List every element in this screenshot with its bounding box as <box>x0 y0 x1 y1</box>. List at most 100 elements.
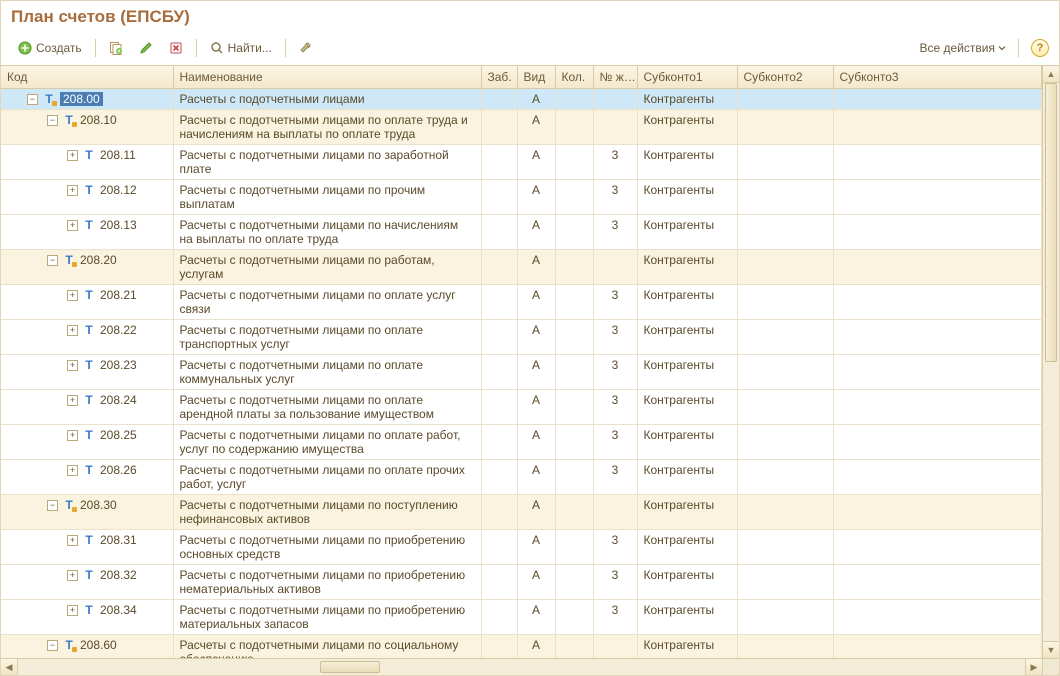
expand-toggle[interactable]: + <box>67 430 78 441</box>
collapse-toggle[interactable]: − <box>47 640 58 651</box>
table-row[interactable]: −T208.60Расчеты с подотчетными лицами по… <box>1 635 1042 659</box>
col-qty[interactable]: Кол. <box>555 66 593 89</box>
cell-off <box>481 530 517 565</box>
account-code: 208.00 <box>60 92 103 106</box>
account-name: Расчеты с подотчетными лицами по социаль… <box>173 635 481 659</box>
expand-toggle[interactable]: + <box>67 395 78 406</box>
table-row[interactable]: −T208.20Расчеты с подотчетными лицами по… <box>1 250 1042 285</box>
expand-toggle[interactable]: + <box>67 605 78 616</box>
col-sub2[interactable]: Субконто2 <box>737 66 833 89</box>
table-row[interactable]: +T208.31Расчеты с подотчетными лицами по… <box>1 530 1042 565</box>
scroll-thumb-h[interactable] <box>320 661 380 673</box>
edit-button[interactable] <box>132 37 160 59</box>
col-name[interactable]: Наименование <box>173 66 481 89</box>
table-row[interactable]: +T208.13Расчеты с подотчетными лицами по… <box>1 215 1042 250</box>
horizontal-scrollbar[interactable]: ◀ ▶ <box>1 658 1059 675</box>
delete-button[interactable] <box>162 37 190 59</box>
cell-sub1: Контрагенты <box>637 355 737 390</box>
separator <box>196 39 197 57</box>
cell-sub1: Контрагенты <box>637 285 737 320</box>
collapse-toggle[interactable]: − <box>47 500 58 511</box>
table-row[interactable]: +T208.23Расчеты с подотчетными лицами по… <box>1 355 1042 390</box>
col-code[interactable]: Код <box>1 66 173 89</box>
all-actions-button[interactable]: Все действия <box>914 38 1012 58</box>
scroll-thumb[interactable] <box>1045 83 1057 362</box>
table-row[interactable]: +T208.34Расчеты с подотчетными лицами по… <box>1 600 1042 635</box>
cell-sub1: Контрагенты <box>637 145 737 180</box>
search-icon <box>210 41 224 55</box>
col-sub3[interactable]: Субконто3 <box>833 66 1042 89</box>
account-code: 208.10 <box>80 113 117 127</box>
account-code: 208.11 <box>100 148 136 162</box>
account-type-icon: T <box>82 323 96 337</box>
account-code: 208.32 <box>100 568 137 582</box>
vertical-scrollbar[interactable]: ▲ ▼ <box>1042 66 1059 658</box>
pencil-icon <box>139 41 153 55</box>
find-button[interactable]: Найти... <box>203 37 279 59</box>
cell-qty <box>555 110 593 145</box>
expand-toggle[interactable]: + <box>67 150 78 161</box>
expand-toggle[interactable]: + <box>67 465 78 476</box>
col-kind[interactable]: Вид <box>517 66 555 89</box>
cell-qty <box>555 145 593 180</box>
account-type-icon: T <box>82 218 96 232</box>
expand-toggle[interactable]: + <box>67 290 78 301</box>
cell-qty <box>555 495 593 530</box>
separator <box>1018 39 1019 57</box>
scroll-track[interactable] <box>1043 83 1059 641</box>
scroll-right-button[interactable]: ▶ <box>1025 659 1042 675</box>
account-type-icon: T <box>82 148 96 162</box>
scroll-up-button[interactable]: ▲ <box>1043 66 1059 83</box>
cell-kind: А <box>517 110 555 145</box>
col-num[interactable]: № ж… <box>593 66 637 89</box>
account-name: Расчеты с подотчетными лицами по оплате … <box>173 355 481 390</box>
cell-num <box>593 635 637 659</box>
separator <box>285 39 286 57</box>
cell-kind: А <box>517 215 555 250</box>
expand-toggle[interactable]: + <box>67 220 78 231</box>
cell-sub3 <box>833 215 1042 250</box>
create-button[interactable]: Создать <box>11 37 89 59</box>
expand-toggle[interactable]: + <box>67 325 78 336</box>
help-button[interactable]: ? <box>1031 39 1049 57</box>
cell-sub3 <box>833 250 1042 285</box>
cell-sub3 <box>833 320 1042 355</box>
scroll-down-button[interactable]: ▼ <box>1043 641 1059 658</box>
expand-toggle[interactable]: + <box>67 535 78 546</box>
cell-off <box>481 250 517 285</box>
copy-button[interactable] <box>102 37 130 59</box>
col-sub1[interactable]: Субконто1 <box>637 66 737 89</box>
col-off[interactable]: Заб. <box>481 66 517 89</box>
scroll-left-button[interactable]: ◀ <box>1 659 18 675</box>
cell-sub3 <box>833 145 1042 180</box>
cell-sub3 <box>833 530 1042 565</box>
settings-button[interactable] <box>292 37 320 59</box>
account-type-icon: T <box>82 393 96 407</box>
account-code: 208.21 <box>100 288 137 302</box>
table-row[interactable]: −T208.30Расчеты с подотчетными лицами по… <box>1 495 1042 530</box>
expand-toggle[interactable]: + <box>67 570 78 581</box>
table-row[interactable]: +T208.22Расчеты с подотчетными лицами по… <box>1 320 1042 355</box>
table-row[interactable]: −T208.00Расчеты с подотчетными лицамиАКо… <box>1 89 1042 110</box>
account-type-icon: T <box>82 288 96 302</box>
table-row[interactable]: +T208.32Расчеты с подотчетными лицами по… <box>1 565 1042 600</box>
table-row[interactable]: −T208.10Расчеты с подотчетными лицами по… <box>1 110 1042 145</box>
table-row[interactable]: +T208.25Расчеты с подотчетными лицами по… <box>1 425 1042 460</box>
account-type-icon: T <box>62 113 76 127</box>
table-row[interactable]: +T208.12Расчеты с подотчетными лицами по… <box>1 180 1042 215</box>
account-type-icon: T <box>82 463 96 477</box>
account-type-icon: T <box>62 498 76 512</box>
expand-toggle[interactable]: + <box>67 360 78 371</box>
expand-toggle[interactable]: + <box>67 185 78 196</box>
collapse-toggle[interactable]: − <box>47 255 58 266</box>
cell-sub2 <box>737 495 833 530</box>
cell-qty <box>555 600 593 635</box>
table-row[interactable]: +T208.26Расчеты с подотчетными лицами по… <box>1 460 1042 495</box>
collapse-toggle[interactable]: − <box>27 94 38 105</box>
table-row[interactable]: +T208.24Расчеты с подотчетными лицами по… <box>1 390 1042 425</box>
scroll-track-h[interactable] <box>18 659 1025 675</box>
collapse-toggle[interactable]: − <box>47 115 58 126</box>
cell-sub1: Контрагенты <box>637 110 737 145</box>
table-row[interactable]: +T208.21Расчеты с подотчетными лицами по… <box>1 285 1042 320</box>
table-row[interactable]: +T208.11Расчеты с подотчетными лицами по… <box>1 145 1042 180</box>
